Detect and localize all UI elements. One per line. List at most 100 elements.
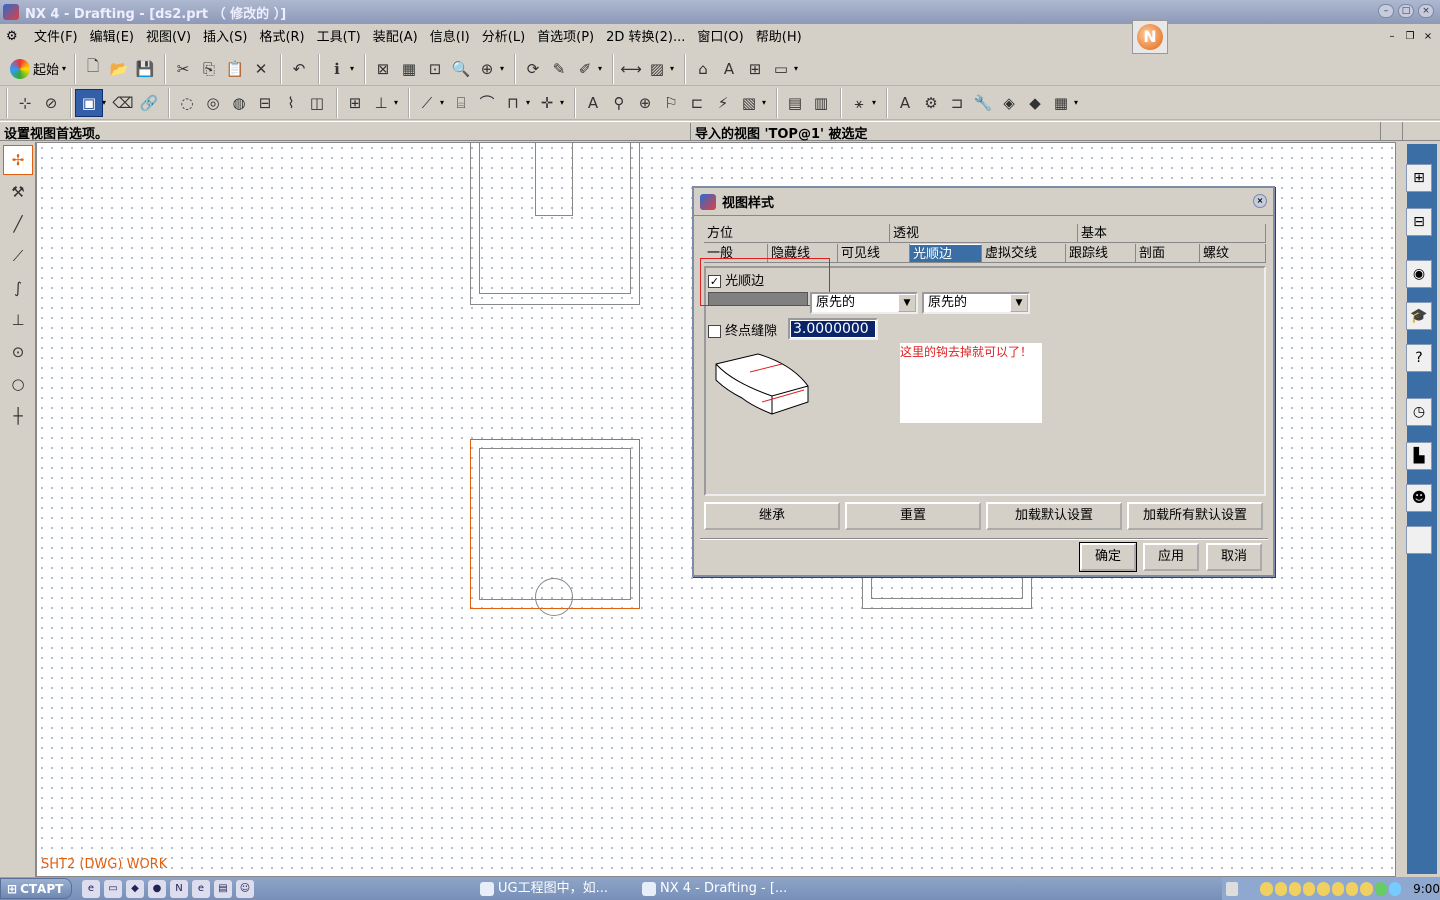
menu-edit[interactable]: 编辑(E)	[84, 28, 140, 48]
browser-icon[interactable]: e	[192, 879, 210, 898]
delete-icon[interactable]: ✕	[248, 56, 274, 82]
menu-insert[interactable]: 插入(S)	[197, 28, 253, 48]
chevron-down-icon[interactable]: ▾	[1074, 98, 1082, 107]
undo-icon[interactable]: ↶	[286, 56, 312, 82]
taskbar-start-button[interactable]: ⊞ СТАРТ	[0, 878, 72, 899]
dialog-close-icon[interactable]: ×	[1253, 194, 1267, 208]
grid-icon[interactable]: ▦	[1048, 90, 1074, 116]
font-select[interactable]: 原先的 ▼	[810, 292, 918, 314]
halfsection-icon[interactable]: ◫	[304, 90, 330, 116]
polyline-tool-icon[interactable]: ⟋	[4, 242, 32, 270]
doc-close-button[interactable]: ×	[1420, 30, 1436, 44]
endpoint-gap-checkbox[interactable]	[708, 325, 721, 338]
chevron-down-icon[interactable]: ▾	[526, 98, 534, 107]
menu-file[interactable]: 文件(F)	[28, 28, 84, 48]
text-style-icon[interactable]: A	[892, 90, 918, 116]
datum-icon[interactable]: ⊕	[632, 90, 658, 116]
zoom-window-icon[interactable]: ⊡	[422, 56, 448, 82]
column-icon[interactable]: ⊓	[500, 90, 526, 116]
table-icon[interactable]: ⊞	[742, 56, 768, 82]
menu-format[interactable]: 格式(R)	[253, 28, 310, 48]
menu-info[interactable]: 信息(I)	[424, 28, 476, 48]
circle-icon[interactable]: ○	[4, 370, 32, 398]
nx-quick-icon[interactable]: N	[170, 879, 188, 898]
network-icon[interactable]	[1374, 881, 1387, 896]
chevron-down-icon[interactable]: ▾	[598, 64, 606, 73]
open-folder-icon[interactable]: 📂	[106, 56, 132, 82]
edit-icon[interactable]: ✐	[572, 56, 598, 82]
chevron-down-icon[interactable]: ▼	[1010, 294, 1028, 312]
drawing-view-selected[interactable]	[470, 439, 640, 616]
tab-tracelines[interactable]: 跟踪线	[1066, 244, 1136, 263]
sheet-icon[interactable]: ⊐	[944, 90, 970, 116]
smooth-edge-checkbox[interactable]: ✓	[708, 275, 721, 288]
paste-icon[interactable]: 📋	[222, 56, 248, 82]
close-button[interactable]: ×	[1418, 4, 1434, 18]
palette-icon[interactable]: ▙	[1406, 442, 1432, 470]
drawing-view-right[interactable]	[862, 575, 1032, 609]
tab-perspective[interactable]: 透视	[890, 224, 1078, 243]
menu-analysis[interactable]: 分析(L)	[476, 28, 531, 48]
start-button[interactable]: 起始 ▾	[6, 58, 74, 79]
centerline-icon[interactable]: ✛	[534, 90, 560, 116]
chevron-down-icon[interactable]: ▾	[102, 98, 110, 107]
delete-sheet-icon[interactable]: ⊘	[38, 90, 64, 116]
zoom-icon[interactable]: 🔍	[448, 56, 474, 82]
menu-window[interactable]: 窗口(O)	[691, 28, 749, 48]
cylinder-icon[interactable]: ⌸	[448, 90, 474, 116]
tray-app-icon[interactable]	[1274, 881, 1287, 896]
apply-button[interactable]: 应用	[1143, 543, 1199, 571]
tray-app-icon[interactable]	[1345, 881, 1359, 896]
tool-icon[interactable]: ⚒	[4, 178, 32, 206]
web-browser-icon[interactable]: ◉	[1406, 260, 1432, 288]
help-icon[interactable]: ?	[1406, 344, 1432, 372]
taskbar-task-browser[interactable]: UG工程图中，如...	[476, 879, 634, 898]
keyboard-icon[interactable]	[1226, 881, 1239, 896]
tray-app-icon[interactable]	[1303, 881, 1316, 896]
assembly-navigator-icon[interactable]: ⊞	[1406, 164, 1432, 192]
dimension-icon[interactable]: ⟷	[618, 56, 644, 82]
doc-restore-button[interactable]: ❐	[1402, 30, 1418, 44]
reset-button[interactable]: 重置	[845, 502, 981, 530]
line-icon[interactable]: ⟋	[414, 90, 440, 116]
copy-icon[interactable]: ⎘	[196, 56, 222, 82]
view-style-icon[interactable]: ▣	[75, 88, 103, 117]
explorer-icon[interactable]: ▤	[214, 879, 232, 898]
chevron-down-icon[interactable]: ▾	[872, 98, 880, 107]
minimize-button[interactable]: –	[1378, 4, 1394, 18]
doc-minimize-button[interactable]: –	[1384, 30, 1400, 44]
drawing-view-top[interactable]	[470, 143, 640, 305]
drawing-icon[interactable]: ⌂	[690, 56, 716, 82]
new-file-icon[interactable]: 🗋	[80, 56, 106, 82]
qq-icon[interactable]: ☺	[236, 879, 254, 898]
tray-app-icon[interactable]	[1260, 881, 1273, 896]
chevron-down-icon[interactable]: ▾	[762, 98, 770, 107]
chevron-down-icon[interactable]: ▾	[560, 98, 568, 107]
broken-view-icon[interactable]: ⌇	[278, 90, 304, 116]
eraser-icon[interactable]: ⌫	[110, 90, 136, 116]
tab-section[interactable]: 剖面	[1136, 244, 1200, 263]
frame-icon[interactable]: ⊏	[684, 90, 710, 116]
cross-icon[interactable]: ┼	[4, 402, 32, 430]
inherit-button[interactable]: 继承	[704, 502, 840, 530]
color-swatch[interactable]	[708, 292, 808, 306]
menu-preferences[interactable]: 首选项(P)	[531, 28, 600, 48]
tab-basic[interactable]: 基本	[1078, 224, 1266, 243]
ie-icon[interactable]: e	[82, 879, 100, 898]
pencil-icon[interactable]: ✎	[546, 56, 572, 82]
shield-icon[interactable]	[1388, 881, 1402, 896]
arc-icon[interactable]: ⌒	[474, 90, 500, 116]
chevron-down-icon[interactable]: ▼	[898, 294, 916, 312]
tab-virtual-intersections[interactable]: 虚拟交线	[982, 244, 1066, 263]
tray-app-icon[interactable]	[1331, 881, 1344, 896]
width-select[interactable]: 原先的 ▼	[922, 292, 1030, 314]
zoom-in-out-icon[interactable]: ⊕	[474, 56, 500, 82]
cut-icon[interactable]: ✂	[170, 56, 196, 82]
align-view-icon[interactable]: ⊞	[342, 90, 368, 116]
wrench-icon[interactable]: 🔧	[970, 90, 996, 116]
circle-center-icon[interactable]: ⊙	[4, 338, 32, 366]
section-view-icon[interactable]: ⊟	[252, 90, 278, 116]
tabular-note-icon[interactable]: ▤	[782, 90, 808, 116]
media-icon[interactable]: ●	[148, 879, 166, 898]
display-icon[interactable]: ▭	[768, 56, 794, 82]
